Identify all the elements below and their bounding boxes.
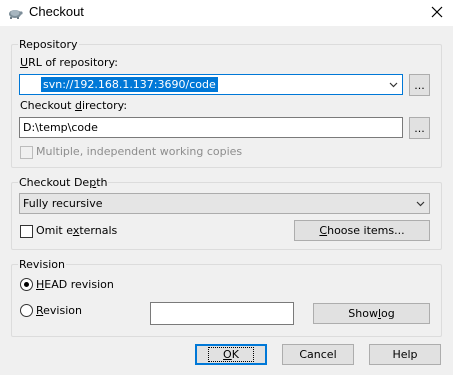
revision-group-label: Revision — [18, 258, 66, 271]
url-label: URL of repository: — [20, 56, 118, 69]
omit-externals-label: Omit externals — [36, 224, 118, 237]
depth-select[interactable]: Fully recursive — [19, 193, 430, 214]
revision-group — [11, 264, 442, 337]
choose-items-button[interactable]: Choose items... — [294, 220, 430, 241]
multiple-working-copies-label: Multiple, independent working copies — [36, 145, 243, 158]
chevron-down-icon — [389, 82, 398, 88]
revision-radio[interactable] — [20, 304, 33, 317]
depth-group-label: Checkout Depth — [18, 176, 109, 189]
url-combobox[interactable]: svn://192.168.1.137:3690/code — [19, 74, 403, 95]
depth-selected-value: Fully recursive — [23, 197, 103, 210]
revision-label: Revision — [36, 304, 82, 317]
head-revision-radio[interactable] — [20, 278, 33, 291]
show-log-button[interactable]: Show l og — [313, 303, 430, 324]
chevron-down-icon — [416, 201, 425, 207]
cancel-button[interactable]: Cancel — [282, 344, 354, 365]
repository-group-label: Repository — [18, 38, 79, 51]
close-button[interactable] — [420, 0, 453, 24]
title-bar: Checkout — [0, 0, 453, 26]
head-revision-label: HEAD revision — [36, 278, 114, 291]
directory-browse-button[interactable]: ... — [409, 117, 430, 139]
window-title: Checkout — [29, 4, 84, 19]
url-value: svn://192.168.1.137:3690/code — [41, 77, 218, 92]
revision-input[interactable] — [150, 302, 294, 325]
url-browse-button[interactable]: ... — [409, 74, 430, 96]
directory-input[interactable]: D:\temp\code — [19, 117, 403, 138]
dialog-body: Repository URL of repository: svn://192.… — [0, 26, 453, 375]
tortoise-svn-icon — [7, 5, 23, 21]
ok-button[interactable]: OK — [195, 344, 267, 365]
help-button[interactable]: Help — [369, 344, 441, 365]
directory-label: Checkout directory: — [20, 99, 128, 112]
close-icon — [431, 6, 442, 18]
multiple-working-copies-checkbox[interactable] — [20, 146, 33, 159]
omit-externals-checkbox[interactable] — [20, 225, 33, 238]
